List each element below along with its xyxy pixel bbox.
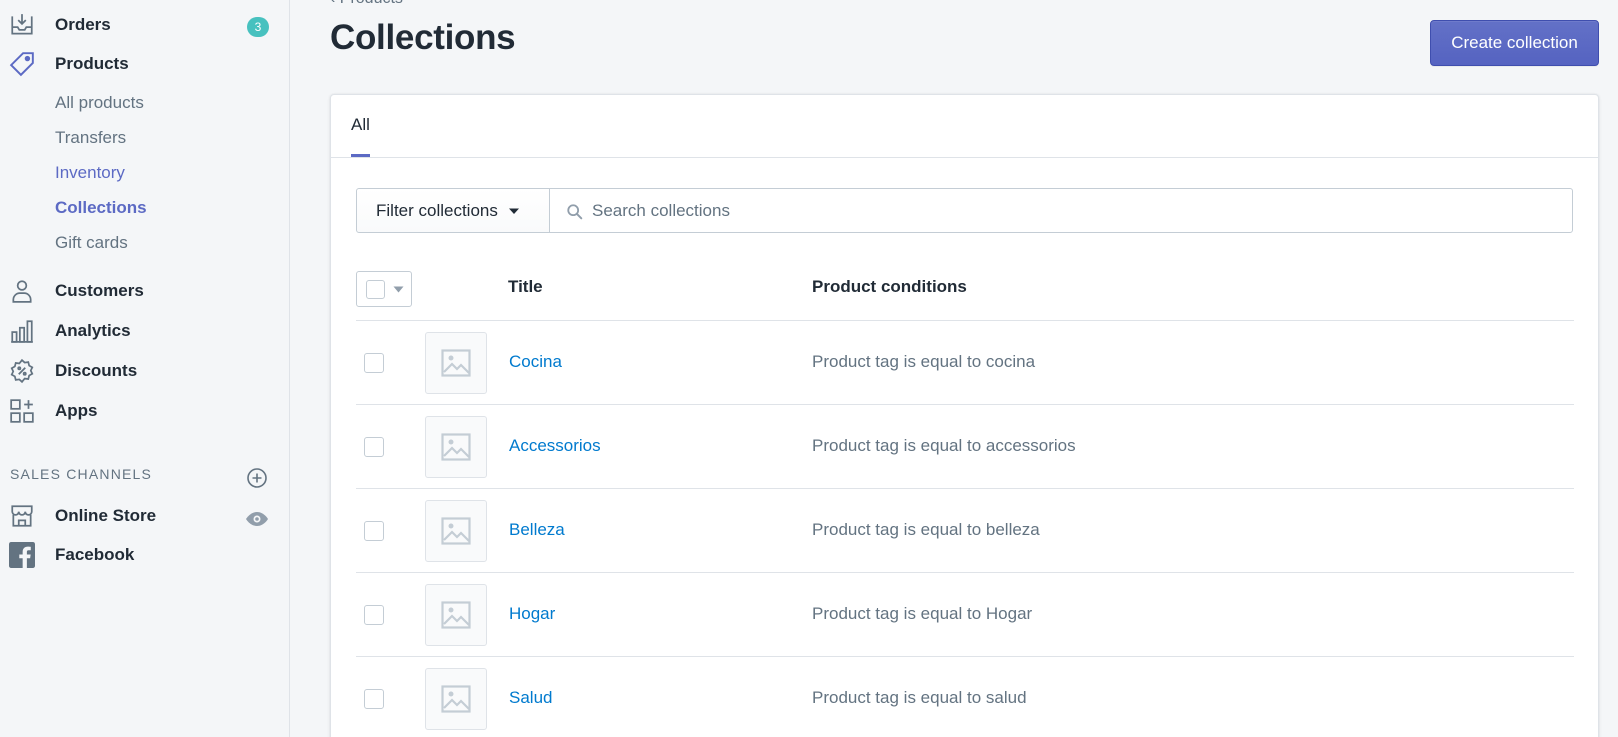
nav-products-label: Products bbox=[55, 54, 129, 73]
tab-all[interactable]: All bbox=[351, 95, 370, 157]
image-placeholder-icon bbox=[441, 433, 471, 461]
row-checkbox[interactable] bbox=[364, 689, 384, 709]
bulk-select-dropdown[interactable] bbox=[356, 271, 412, 307]
column-header-title: Title bbox=[508, 277, 543, 296]
bar-chart-icon bbox=[9, 318, 35, 344]
product-condition: Product tag is equal to accessorios bbox=[812, 436, 1076, 455]
image-placeholder-icon bbox=[441, 601, 471, 629]
nav-orders-label: Orders bbox=[55, 15, 111, 34]
nav-apps[interactable]: Apps bbox=[0, 393, 290, 429]
tag-icon bbox=[9, 51, 35, 77]
add-channel-icon[interactable] bbox=[246, 467, 268, 489]
caret-down-icon bbox=[393, 286, 404, 293]
collections-card: All Filter collections Title Product con… bbox=[330, 94, 1599, 737]
facebook-icon bbox=[9, 542, 35, 568]
nav-online-store-label: Online Store bbox=[55, 506, 157, 525]
nav-products[interactable]: Products bbox=[0, 46, 290, 82]
sidebar-item-collections[interactable]: Collections bbox=[55, 198, 147, 218]
table-row[interactable]: Belleza Product tag is equal to belleza bbox=[356, 488, 1574, 572]
orders-icon bbox=[9, 12, 35, 38]
nav-customers-label: Customers bbox=[55, 281, 144, 300]
row-checkbox[interactable] bbox=[364, 353, 384, 373]
product-condition: Product tag is equal to cocina bbox=[812, 352, 1036, 371]
table-row[interactable]: Salud Product tag is equal to salud bbox=[356, 656, 1574, 737]
nav-discounts[interactable]: Discounts bbox=[0, 353, 290, 389]
search-icon bbox=[567, 204, 583, 220]
sidebar-item-all-products[interactable]: All products bbox=[55, 93, 144, 113]
collection-thumbnail bbox=[425, 668, 487, 730]
product-condition: Product tag is equal to salud bbox=[812, 688, 1027, 707]
nav-customers[interactable]: Customers bbox=[0, 273, 290, 309]
collection-title-link[interactable]: Cocina bbox=[509, 352, 562, 372]
product-condition: Product tag is equal to belleza bbox=[812, 520, 1040, 539]
product-condition: Product tag is equal to Hogar bbox=[812, 604, 1033, 623]
sales-channels-heading: SALES CHANNELS bbox=[10, 466, 153, 482]
nav-orders[interactable]: Orders 3 bbox=[0, 7, 290, 43]
collection-thumbnail bbox=[425, 332, 487, 394]
create-collection-button[interactable]: Create collection bbox=[1430, 20, 1599, 66]
table-row[interactable]: Hogar Product tag is equal to Hogar bbox=[356, 572, 1574, 656]
row-checkbox[interactable] bbox=[364, 605, 384, 625]
sidebar: Orders 3 Products All products Transfers… bbox=[0, 0, 290, 737]
nav-discounts-label: Discounts bbox=[55, 361, 138, 380]
person-icon bbox=[9, 278, 35, 304]
search-input[interactable] bbox=[592, 189, 1562, 232]
column-header-product-conditions: Product conditions bbox=[812, 277, 967, 296]
table-row[interactable]: Accessorios Product tag is equal to acces… bbox=[356, 404, 1574, 488]
discount-icon bbox=[9, 358, 35, 384]
row-checkbox[interactable] bbox=[364, 521, 384, 541]
breadcrumb[interactable]: ‹ Products bbox=[330, 0, 403, 8]
store-icon bbox=[9, 503, 35, 529]
sidebar-item-transfers[interactable]: Transfers bbox=[55, 128, 126, 148]
select-all-checkbox[interactable] bbox=[366, 280, 385, 299]
apps-icon bbox=[9, 398, 35, 424]
page-title: Collections bbox=[330, 18, 516, 57]
collection-thumbnail bbox=[425, 500, 487, 562]
caret-down-icon bbox=[508, 208, 519, 214]
collection-title-link[interactable]: Hogar bbox=[509, 604, 555, 624]
nav-analytics-label: Analytics bbox=[55, 321, 131, 340]
sidebar-item-gift-cards[interactable]: Gift cards bbox=[55, 233, 128, 253]
nav-apps-label: Apps bbox=[55, 401, 98, 420]
tab-divider bbox=[331, 157, 1598, 158]
image-placeholder-icon bbox=[441, 349, 471, 377]
image-placeholder-icon bbox=[441, 685, 471, 713]
sidebar-item-inventory[interactable]: Inventory bbox=[55, 163, 125, 183]
orders-count-badge: 3 bbox=[247, 17, 269, 37]
collection-thumbnail bbox=[425, 416, 487, 478]
collection-thumbnail bbox=[425, 584, 487, 646]
collection-title-link[interactable]: Salud bbox=[509, 688, 552, 708]
collection-title-link[interactable]: Accessorios bbox=[509, 436, 601, 456]
row-checkbox[interactable] bbox=[364, 437, 384, 457]
nav-facebook-label: Facebook bbox=[55, 545, 135, 564]
image-placeholder-icon bbox=[441, 517, 471, 545]
eye-icon[interactable] bbox=[245, 509, 269, 529]
search-box bbox=[549, 188, 1573, 233]
filter-collections-label: Filter collections bbox=[376, 200, 498, 220]
table-row[interactable]: Cocina Product tag is equal to cocina bbox=[356, 320, 1574, 404]
collection-title-link[interactable]: Belleza bbox=[509, 520, 565, 540]
nav-facebook[interactable]: Facebook bbox=[0, 537, 290, 573]
filter-collections-button[interactable]: Filter collections bbox=[356, 188, 550, 233]
nav-analytics[interactable]: Analytics bbox=[0, 313, 290, 349]
